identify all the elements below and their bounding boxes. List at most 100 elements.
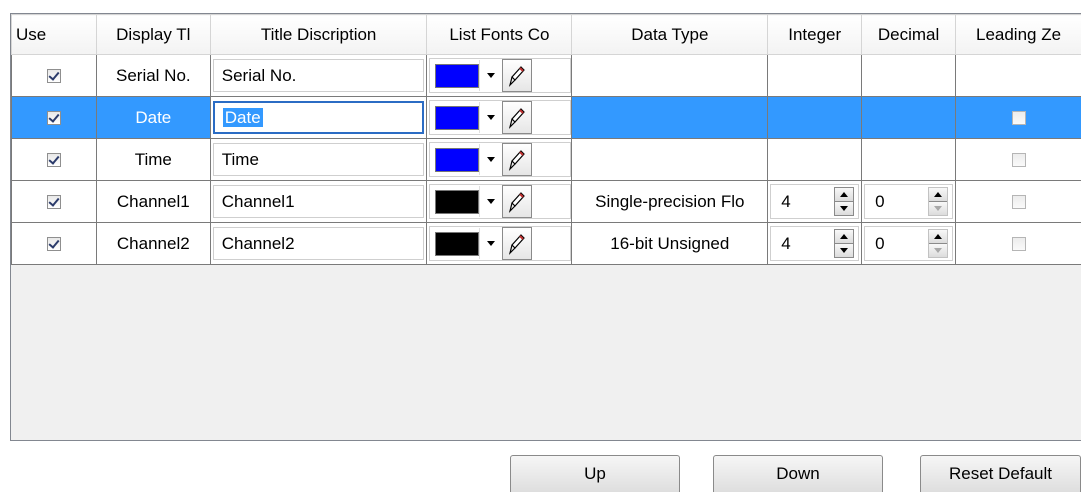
integer-spin-buttons[interactable] <box>834 229 855 258</box>
title-text: Channel2 <box>221 234 295 253</box>
decimal-stepper[interactable]: 0 <box>864 226 954 261</box>
use-cell <box>11 138 97 181</box>
spin-down-icon[interactable] <box>835 201 854 215</box>
data-type-cell[interactable]: 16-bit Unsigned <box>571 222 769 265</box>
font-color-dropdown[interactable] <box>429 58 571 93</box>
spin-down-icon[interactable] <box>929 243 948 257</box>
table-row[interactable]: Channel2 Channel2 16-bit Unsigned 4 0 <box>11 222 1081 265</box>
spin-up-icon[interactable] <box>929 230 948 243</box>
chevron-down-icon[interactable] <box>479 102 502 133</box>
reset-default-button[interactable]: Reset Default <box>920 455 1081 492</box>
spin-up-icon[interactable] <box>835 230 854 243</box>
leading-zero-checkbox[interactable] <box>1011 237 1026 252</box>
integer-value: 4 <box>781 233 791 253</box>
title-description-cell: Channel1 <box>209 180 428 223</box>
col-header-leading-zero[interactable]: Leading Zе <box>955 14 1081 55</box>
title-text: Channel1 <box>221 192 295 211</box>
color-swatch <box>435 147 480 172</box>
col-header-data-type[interactable]: Data Type <box>571 14 769 55</box>
table-row[interactable]: Serial No. Serial No. <box>11 54 1081 97</box>
decimal-cell: 0 <box>861 222 957 265</box>
decimal-value: 0 <box>875 233 885 253</box>
font-color-cell <box>426 54 573 97</box>
up-button[interactable]: Up <box>510 455 680 492</box>
title-description-cell: Channel2 <box>209 222 428 265</box>
leading-zero-checkbox[interactable] <box>1011 153 1026 168</box>
color-swatch <box>435 189 480 214</box>
font-color-dropdown[interactable] <box>429 184 571 219</box>
data-type-cell[interactable] <box>571 96 769 139</box>
title-description-input[interactable]: Date <box>212 101 425 134</box>
eyedropper-icon[interactable] <box>502 185 533 218</box>
font-color-cell <box>426 180 573 223</box>
use-cell <box>11 54 97 97</box>
chevron-down-icon[interactable] <box>479 228 502 259</box>
use-checkbox[interactable] <box>46 111 61 126</box>
table-row[interactable]: Date Date <box>11 96 1081 139</box>
eyedropper-icon[interactable] <box>502 59 533 92</box>
title-description-input[interactable]: Time <box>212 143 425 176</box>
use-checkbox[interactable] <box>46 237 61 252</box>
col-header-list-fonts-color[interactable]: List Fonts Co <box>426 14 573 55</box>
spin-down-icon[interactable] <box>835 243 854 257</box>
title-text: Time <box>221 150 259 169</box>
display-title-cell[interactable]: Time <box>95 138 211 181</box>
integer-value: 4 <box>781 191 791 211</box>
spin-up-icon[interactable] <box>835 188 854 201</box>
down-button[interactable]: Down <box>713 455 883 492</box>
leading-zero-cell <box>955 180 1081 223</box>
title-text: Date <box>222 108 263 127</box>
data-type-cell[interactable] <box>571 138 769 181</box>
font-color-dropdown[interactable] <box>429 100 571 135</box>
col-header-integer[interactable]: Integer <box>767 14 863 55</box>
decimal-cell: 0 <box>861 180 957 223</box>
leading-zero-cell <box>955 222 1081 265</box>
integer-cell: 4 <box>767 222 863 265</box>
col-header-title-description[interactable]: Title Discription <box>209 14 428 55</box>
col-header-use[interactable]: Use <box>11 14 97 55</box>
decimal-spin-buttons[interactable] <box>928 187 949 216</box>
decimal-cell <box>861 54 957 97</box>
table-row[interactable]: Channel1 Channel1 Single-precision Flo 4 0 <box>11 180 1081 223</box>
leading-zero-checkbox[interactable] <box>1011 111 1026 126</box>
data-type-cell[interactable]: Single-precision Flo <box>571 180 769 223</box>
leading-zero-checkbox[interactable] <box>1011 195 1026 210</box>
col-header-decimal[interactable]: Decimal <box>861 14 957 55</box>
eyedropper-icon[interactable] <box>502 101 533 134</box>
color-swatch <box>435 105 480 130</box>
chevron-down-icon[interactable] <box>479 186 502 217</box>
chevron-down-icon[interactable] <box>479 60 502 91</box>
integer-spin-buttons[interactable] <box>834 187 855 216</box>
spin-down-icon[interactable] <box>929 201 948 215</box>
integer-stepper[interactable]: 4 <box>770 184 860 219</box>
title-description-input[interactable]: Serial No. <box>212 59 425 92</box>
decimal-stepper[interactable]: 0 <box>864 184 954 219</box>
font-color-dropdown[interactable] <box>429 226 571 261</box>
data-grid[interactable]: Use Display Tl Title Discription List Fo… <box>10 13 1081 441</box>
display-title-cell[interactable]: Channel2 <box>95 222 211 265</box>
title-description-input[interactable]: Channel2 <box>212 227 425 260</box>
color-swatch <box>435 231 480 256</box>
decimal-spin-buttons[interactable] <box>928 229 949 258</box>
integer-stepper[interactable]: 4 <box>770 226 860 261</box>
eyedropper-icon[interactable] <box>502 143 533 176</box>
use-checkbox[interactable] <box>46 69 61 84</box>
display-title-cell[interactable]: Channel1 <box>95 180 211 223</box>
decimal-cell <box>861 138 957 181</box>
font-color-dropdown[interactable] <box>429 142 571 177</box>
eyedropper-icon[interactable] <box>502 227 533 260</box>
data-type-cell[interactable] <box>571 54 769 97</box>
use-cell <box>11 222 97 265</box>
decimal-cell <box>861 96 957 139</box>
title-description-input[interactable]: Channel1 <box>212 185 425 218</box>
chevron-down-icon[interactable] <box>479 144 502 175</box>
table-row[interactable]: Time Time <box>11 138 1081 181</box>
display-title-cell[interactable]: Date <box>95 96 211 139</box>
display-title-cell[interactable]: Serial No. <box>95 54 211 97</box>
spin-up-icon[interactable] <box>929 188 948 201</box>
use-checkbox[interactable] <box>46 153 61 168</box>
integer-cell: 4 <box>767 180 863 223</box>
col-header-display-title[interactable]: Display Tl <box>95 14 211 55</box>
leading-zero-cell <box>955 96 1081 139</box>
use-checkbox[interactable] <box>46 195 61 210</box>
